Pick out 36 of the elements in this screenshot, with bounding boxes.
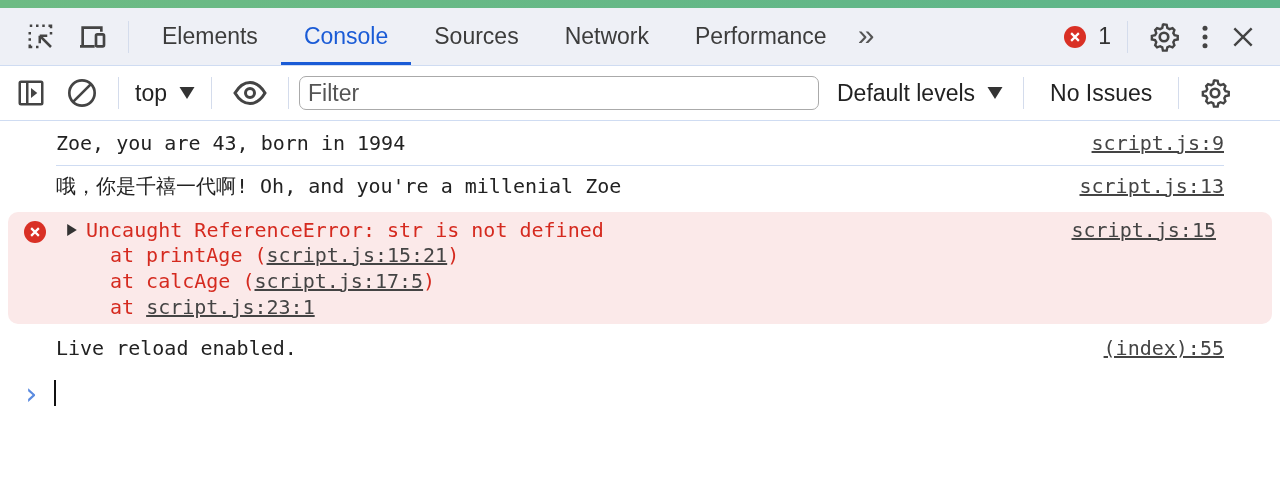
expand-arrow-icon[interactable] [66, 224, 78, 236]
log-message: 哦，你是千禧一代啊! Oh, and you're a millenial Zoe [56, 172, 622, 200]
source-link[interactable]: script.js:13 [1079, 174, 1224, 198]
source-link[interactable]: script.js:23:1 [146, 295, 315, 319]
stack-frame: at printAge (script.js:15:21) [66, 242, 1216, 268]
panel-tab[interactable]: Elements [139, 8, 281, 65]
error-icon [1064, 25, 1087, 48]
prompt-symbol: › [22, 375, 41, 411]
panel-tab[interactable]: Performance [672, 8, 850, 65]
clear-console-icon[interactable] [66, 77, 98, 109]
source-link[interactable]: script.js:15:21 [266, 243, 448, 267]
log-message: Zoe, you are 43, born in 1994 [56, 131, 406, 155]
panel-tab[interactable]: Console [280, 8, 412, 65]
source-link[interactable]: (index):55 [1103, 336, 1224, 360]
filter-field[interactable]: Filter [299, 76, 819, 110]
source-link[interactable]: script.js:9 [1091, 131, 1224, 155]
panel-tab[interactable]: Sources [411, 8, 542, 65]
settings-icon[interactable] [1148, 20, 1180, 53]
more-tabs-button[interactable]: » [849, 17, 883, 52]
caret-icon [179, 87, 195, 99]
source-link[interactable]: script.js:17:5 [254, 269, 424, 293]
caret-icon [987, 87, 1004, 99]
sidebar-toggle-icon[interactable] [16, 78, 46, 108]
log-levels-dropdown[interactable]: Default levels [831, 79, 1010, 107]
error-message: Uncaught ReferenceError: str is not defined [86, 218, 604, 242]
source-link[interactable]: script.js:15 [1071, 218, 1216, 242]
settings-icon[interactable] [1199, 77, 1232, 109]
panel-tab[interactable]: Network [541, 8, 672, 65]
stack-frame: at script.js:23:1 [66, 294, 1216, 320]
stack-frame: at calcAge (script.js:17:5) [66, 268, 1216, 294]
error-count[interactable]: 1 [1098, 23, 1111, 50]
log-message: Live reload enabled. [56, 336, 297, 360]
context-dropdown[interactable]: top [129, 79, 201, 107]
text-cursor [54, 380, 57, 406]
error-icon [24, 221, 46, 243]
issues-button[interactable]: No Issues [1034, 79, 1169, 107]
